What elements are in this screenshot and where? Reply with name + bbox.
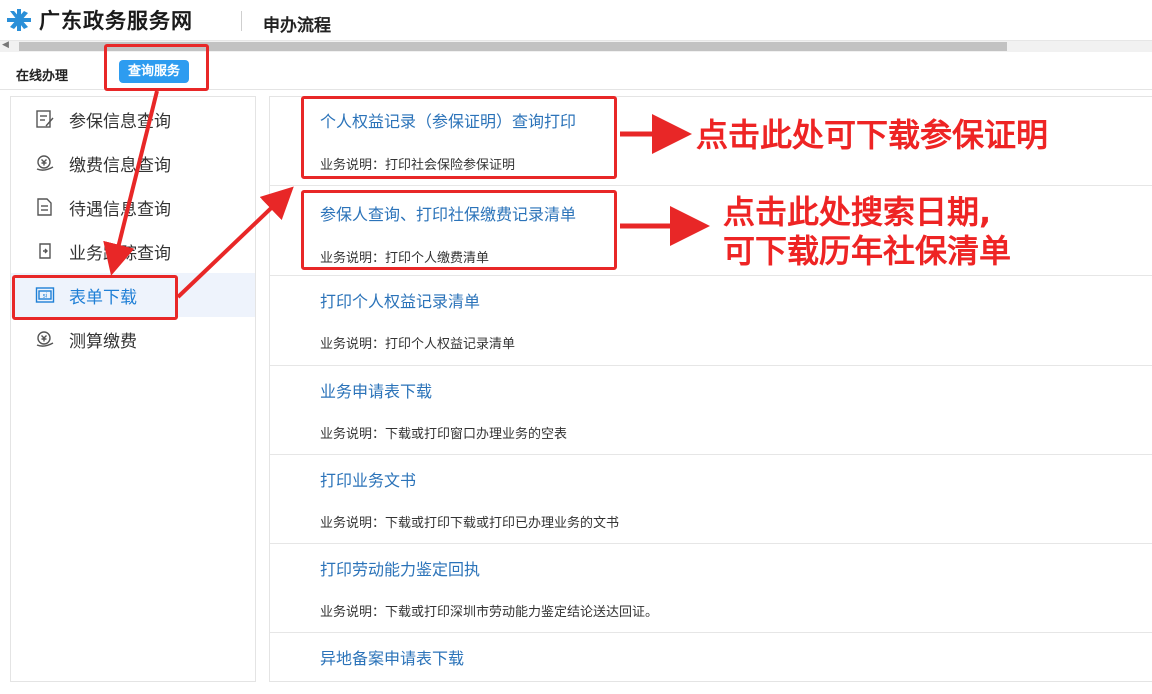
highlight-box-form-download xyxy=(12,275,178,320)
highlight-box-query-tab xyxy=(104,44,209,91)
calculate-icon xyxy=(34,328,56,350)
highlight-box-entry-1 xyxy=(301,96,617,179)
highlight-box-entry-2 xyxy=(301,190,617,270)
entry-title-business-document[interactable]: 打印业务文书 xyxy=(320,467,416,491)
logo-icon xyxy=(7,9,31,31)
entry-title-ability-receipt[interactable]: 打印劳动能力鉴定回执 xyxy=(320,556,480,580)
page-title: 申办流程 xyxy=(263,16,331,36)
sidebar-item-tracking[interactable]: 业务跟踪查询 xyxy=(11,229,255,273)
entry-title-offsite-filing[interactable]: 异地备案申请表下载 xyxy=(320,645,464,669)
entry-title-rights-record[interactable]: 打印个人权益记录清单 xyxy=(320,288,480,312)
list-item: 打印业务文书 业务说明：下载或打印下载或打印已办理业务的文书 xyxy=(270,455,1152,544)
sidebar-item-insurance-info[interactable]: 参保信息查询 xyxy=(11,97,255,141)
sidebar-item-payment-info[interactable]: 缴费信息查询 xyxy=(11,141,255,185)
header: 广东政务服务网 申办流程 xyxy=(0,0,1152,40)
payment-icon xyxy=(34,152,56,174)
sidebar-item-calculate[interactable]: 测算缴费 xyxy=(11,317,255,361)
sidebar-item-label: 待遇信息查询 xyxy=(69,199,171,220)
entry-desc: 业务说明：打印个人权益记录清单 xyxy=(320,337,516,352)
entry-desc: 业务说明：下载或打印深圳市劳动能力鉴定结论送达回证。 xyxy=(320,605,659,620)
document-icon xyxy=(34,196,56,218)
list-item: 业务申请表下载 业务说明：下载或打印窗口办理业务的空表 xyxy=(270,366,1152,455)
annotation-callout-search-line2: 可下载历年社保清单 xyxy=(723,232,1012,270)
sidebar-item-label: 参保信息查询 xyxy=(69,111,171,132)
form-edit-icon xyxy=(34,108,56,130)
list-item: 打印劳动能力鉴定回执 业务说明：下载或打印深圳市劳动能力鉴定结论送达回证。 xyxy=(270,544,1152,633)
site-title[interactable]: 广东政务服务网 xyxy=(39,5,193,35)
annotation-callout-certificate: 点击此处可下载参保证明 xyxy=(696,116,1049,154)
list-item: 打印个人权益记录清单 业务说明：打印个人权益记录清单 xyxy=(270,276,1152,366)
service-list: 个人权益记录（参保证明）查询打印 业务说明：打印社会保险参保证明 参保人查询、打… xyxy=(269,96,1152,682)
tracking-icon xyxy=(34,240,56,262)
sidebar: 参保信息查询 缴费信息查询 待遇信息查询 业务跟踪查询 si 表单下载 测算缴费 xyxy=(10,96,256,682)
tab-online[interactable]: 在线办理 xyxy=(16,65,68,84)
sidebar-item-label: 缴费信息查询 xyxy=(69,155,171,176)
header-divider xyxy=(241,11,242,31)
sidebar-item-label: 测算缴费 xyxy=(69,331,137,352)
sidebar-item-benefit-info[interactable]: 待遇信息查询 xyxy=(11,185,255,229)
scroll-left-arrow-icon[interactable]: ◀ xyxy=(2,40,9,50)
entry-title-application-form[interactable]: 业务申请表下载 xyxy=(320,378,432,402)
sidebar-item-label: 业务跟踪查询 xyxy=(69,243,171,264)
annotation-callout-search-line1: 点击此处搜索日期, xyxy=(723,193,992,231)
entry-desc: 业务说明：下载或打印下载或打印已办理业务的文书 xyxy=(320,516,620,531)
entry-desc: 业务说明：下载或打印窗口办理业务的空表 xyxy=(320,427,568,442)
list-item: 异地备案申请表下载 xyxy=(270,633,1152,681)
